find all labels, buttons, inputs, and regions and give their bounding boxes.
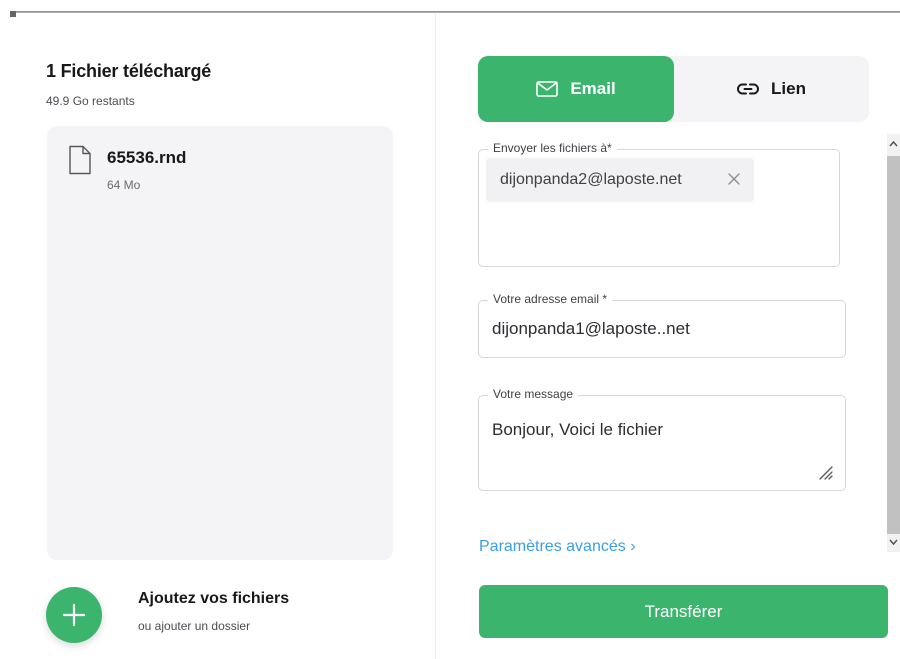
form-scrollbar[interactable] [887,134,900,552]
column-divider [435,14,436,659]
transfer-button[interactable]: Transférer [479,585,888,638]
advanced-settings-label: Paramètres avancés [479,538,626,552]
file-size: 64 Mo [107,178,141,192]
add-files-link[interactable]: Ajoutez vos fichiers [138,590,289,608]
chevron-right-icon: › [630,538,636,552]
add-files-button[interactable] [46,587,102,643]
tab-email-label: Email [570,79,616,98]
tab-link-label: Lien [771,79,806,98]
recipients-label: Envoyer les fichiers à* [488,141,617,155]
upload-title: 1 Fichier téléchargé [46,61,212,81]
recipient-email: dijonpanda2@laposte.net [500,171,682,188]
add-folder-link[interactable]: ou ajouter un dossier [138,619,250,633]
top-divider-line [10,11,900,17]
link-icon [737,83,759,95]
transfer-mode-tabs: Email Lien [478,56,869,122]
recipient-chip: dijonpanda2@laposte.net [486,158,754,202]
advanced-settings-link[interactable]: Paramètres avancés › [479,538,636,552]
sender-email-label: Votre adresse email * [488,292,613,306]
message-label: Votre message [488,387,579,401]
tab-link[interactable]: Lien [674,56,869,122]
file-name: 65536.rnd [107,148,187,167]
message-value: Bonjour, Voici le fichier [492,420,664,439]
plus-icon [62,603,86,627]
recipients-field[interactable]: Envoyer les fichiers à* dijonpanda2@lapo… [478,141,840,267]
message-field[interactable]: Votre message Bonjour, Voici le fichier [478,387,846,491]
sender-email-field[interactable]: Votre adresse email * dijonpanda1@lapost… [478,292,846,358]
file-list-panel: 65536.rnd 64 Mo [47,126,393,560]
scroll-up-arrow-icon[interactable] [887,134,900,154]
file-icon [69,145,91,175]
scroll-down-arrow-icon[interactable] [887,532,900,552]
scroll-thumb[interactable] [887,156,900,534]
sender-email-value: dijonpanda1@laposte..net [492,319,690,338]
envelope-icon [536,81,559,97]
storage-remaining: 49.9 Go restants [46,94,135,108]
remove-recipient-icon[interactable] [724,169,744,189]
tab-email[interactable]: Email [478,56,674,122]
form-scroll-area: Envoyer les fichiers à* dijonpanda2@lapo… [478,134,882,552]
resize-handle-icon[interactable] [817,464,833,480]
